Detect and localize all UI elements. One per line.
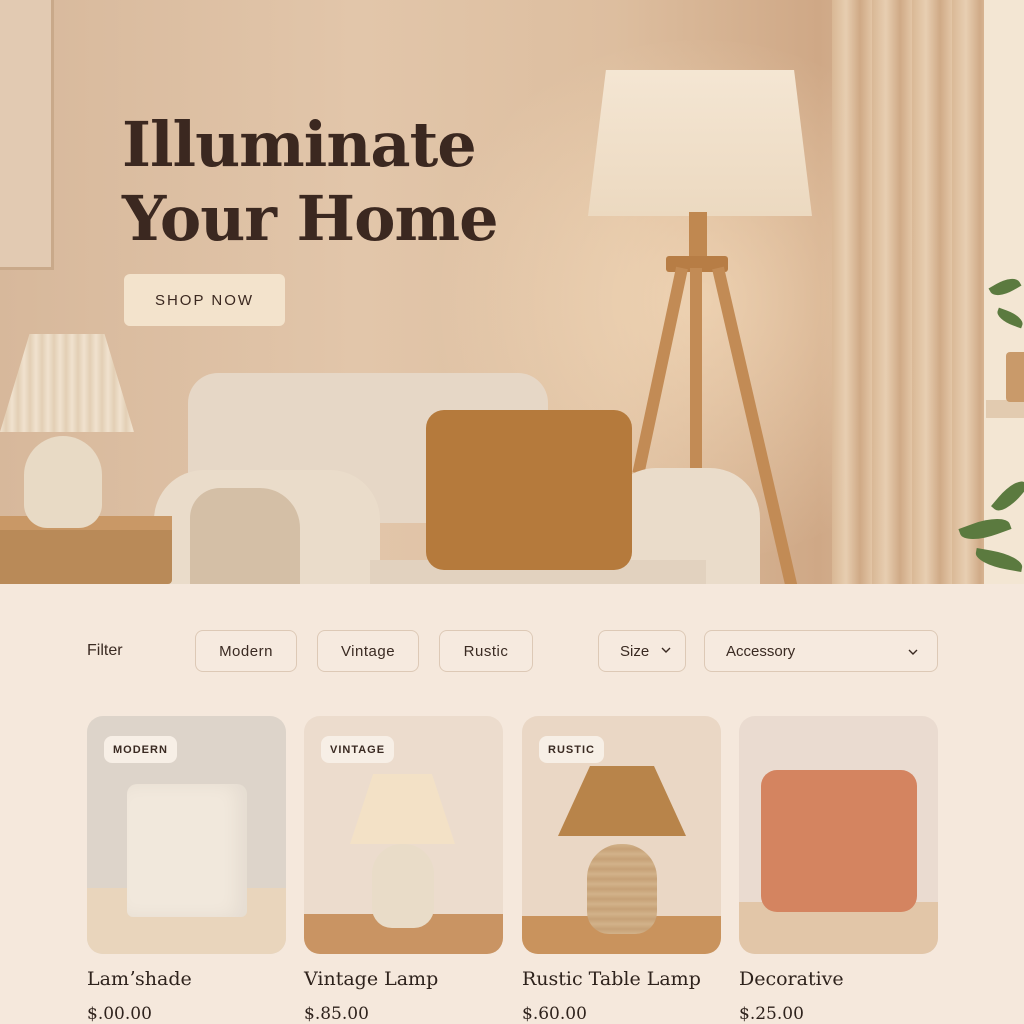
decorative-pillow: [761, 770, 917, 912]
product-card-image[interactable]: VINTAGE: [304, 716, 503, 954]
filter-chip-vintage[interactable]: Vintage: [317, 630, 419, 672]
hero-title-line2: Your Home: [122, 182, 499, 255]
product-badge: VINTAGE: [321, 736, 395, 763]
lampshade-product: [127, 784, 247, 917]
wall-picture-frame: [0, 0, 54, 270]
filter-chip-modern[interactable]: Modern: [195, 630, 297, 672]
product-badge: RUSTIC: [539, 736, 604, 763]
plant-pot: [1006, 352, 1024, 402]
product-card-image[interactable]: MODERN: [87, 716, 286, 954]
floor-lamp-leg: [690, 268, 702, 483]
filter-chip-rustic[interactable]: Rustic: [439, 630, 533, 672]
product-title[interactable]: Rustic Table Lamp: [522, 968, 701, 990]
table-lamp-base: [24, 436, 102, 528]
floor-lamp-shade: [588, 70, 812, 216]
product-price: $.85.00: [304, 1004, 369, 1024]
product-title[interactable]: Decorative: [739, 968, 844, 990]
shop-now-button[interactable]: SHOP NOW: [124, 274, 285, 326]
product-price: $.25.00: [739, 1004, 804, 1024]
category-select[interactable]: Accessory: [704, 630, 938, 672]
product-price: $.00.00: [87, 1004, 152, 1024]
chevron-down-icon: [661, 645, 671, 657]
product-title[interactable]: Lamʼshade: [87, 968, 192, 990]
window-sill: [986, 400, 1024, 418]
filter-label: Filter: [87, 642, 123, 659]
product-card-image[interactable]: RUSTIC: [522, 716, 721, 954]
hero-banner: Illuminate Your Home SHOP NOW: [0, 0, 1024, 584]
sofa-pillow: [426, 410, 632, 570]
table-lamp-shade: [0, 334, 134, 432]
category-select-value: Accessory: [726, 642, 796, 660]
size-select[interactable]: Size: [598, 630, 686, 672]
curtain: [832, 0, 984, 584]
hero-title: Illuminate Your Home: [122, 108, 499, 256]
product-card-image[interactable]: [739, 716, 938, 954]
vintage-lamp-base: [372, 844, 434, 928]
product-price: $.60.00: [522, 1004, 587, 1024]
rustic-lamp-base: [587, 844, 657, 934]
product-title[interactable]: Vintage Lamp: [304, 968, 438, 990]
chevron-down-icon: [908, 647, 918, 659]
size-select-value: Size: [620, 642, 650, 660]
product-badge: MODERN: [104, 736, 177, 763]
throw-blanket: [190, 488, 300, 584]
hero-title-line1: Illuminate: [122, 108, 477, 181]
